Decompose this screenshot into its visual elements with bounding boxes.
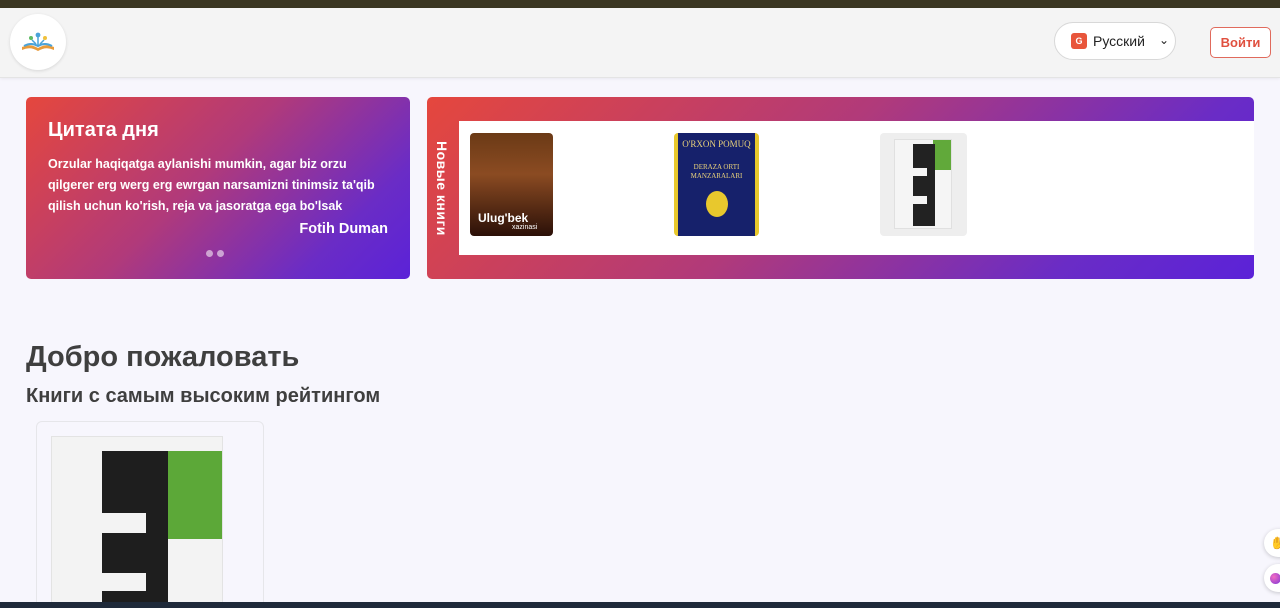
chat-bubble-icon: [1270, 572, 1280, 584]
site-header: G Русский ⌄ Войти: [0, 8, 1280, 78]
new-books-label-wrap: Новые книги: [427, 121, 457, 255]
book-emblem: [706, 191, 728, 217]
quote-title: Цитата дня: [48, 119, 159, 141]
book-cover-ulugbek[interactable]: Ulug'bek xazinasi: [470, 133, 553, 236]
language-select[interactable]: G Русский ⌄: [1054, 22, 1176, 60]
language-value: Русский: [1093, 33, 1145, 49]
carousel-dot[interactable]: [206, 250, 213, 257]
translate-icon: G: [1071, 33, 1087, 49]
book-cover-deraza[interactable]: O'RXON POMUQ DERAZA ORTI MANZARALARI: [674, 133, 759, 236]
new-books-carousel: Ulug'bek xazinasi O'RXON POMUQ DERAZA OR…: [459, 121, 1254, 255]
chat-widget-button[interactable]: [1264, 564, 1280, 592]
carousel-dot[interactable]: [217, 250, 224, 257]
book-title: DERAZA ORTI MANZARALARI: [690, 163, 743, 180]
book-author: O'RXON POMUQ: [682, 139, 751, 149]
book-subtitle: xazinasi: [512, 224, 538, 231]
carousel-dots: [206, 250, 224, 257]
bottom-strip: [0, 602, 1280, 608]
book-cover-meh[interactable]: [880, 133, 967, 236]
welcome-heading: Добро пожаловать: [26, 341, 300, 373]
site-logo[interactable]: [10, 14, 66, 70]
accessibility-button[interactable]: ✋: [1264, 529, 1280, 557]
book-cover-art: [894, 139, 952, 229]
new-books-label: Новые книги: [434, 140, 450, 236]
login-button[interactable]: Войти: [1210, 27, 1271, 58]
quote-text: Orzular haqiqatga aylanishi mumkin, agar…: [48, 157, 375, 213]
quote-author: Fotih Duman: [299, 221, 388, 237]
book-title: Ulug'bek: [478, 211, 529, 225]
quote-of-the-day-card: Цитата дня Orzular haqiqatga aylanishi m…: [26, 97, 410, 279]
new-books-section: Новые книги Ulug'bek xazinasi O'RXON POM…: [427, 97, 1254, 279]
book-cover-meh: [51, 436, 223, 608]
top-rated-heading: Книги с самым высоким рейтингом: [26, 385, 381, 407]
open-book-icon: [22, 32, 54, 51]
hand-icon: ✋: [1270, 536, 1280, 550]
top-rated-book-card[interactable]: [36, 421, 264, 608]
top-strip: [0, 0, 1280, 8]
chevron-down-icon: ⌄: [1158, 33, 1169, 47]
